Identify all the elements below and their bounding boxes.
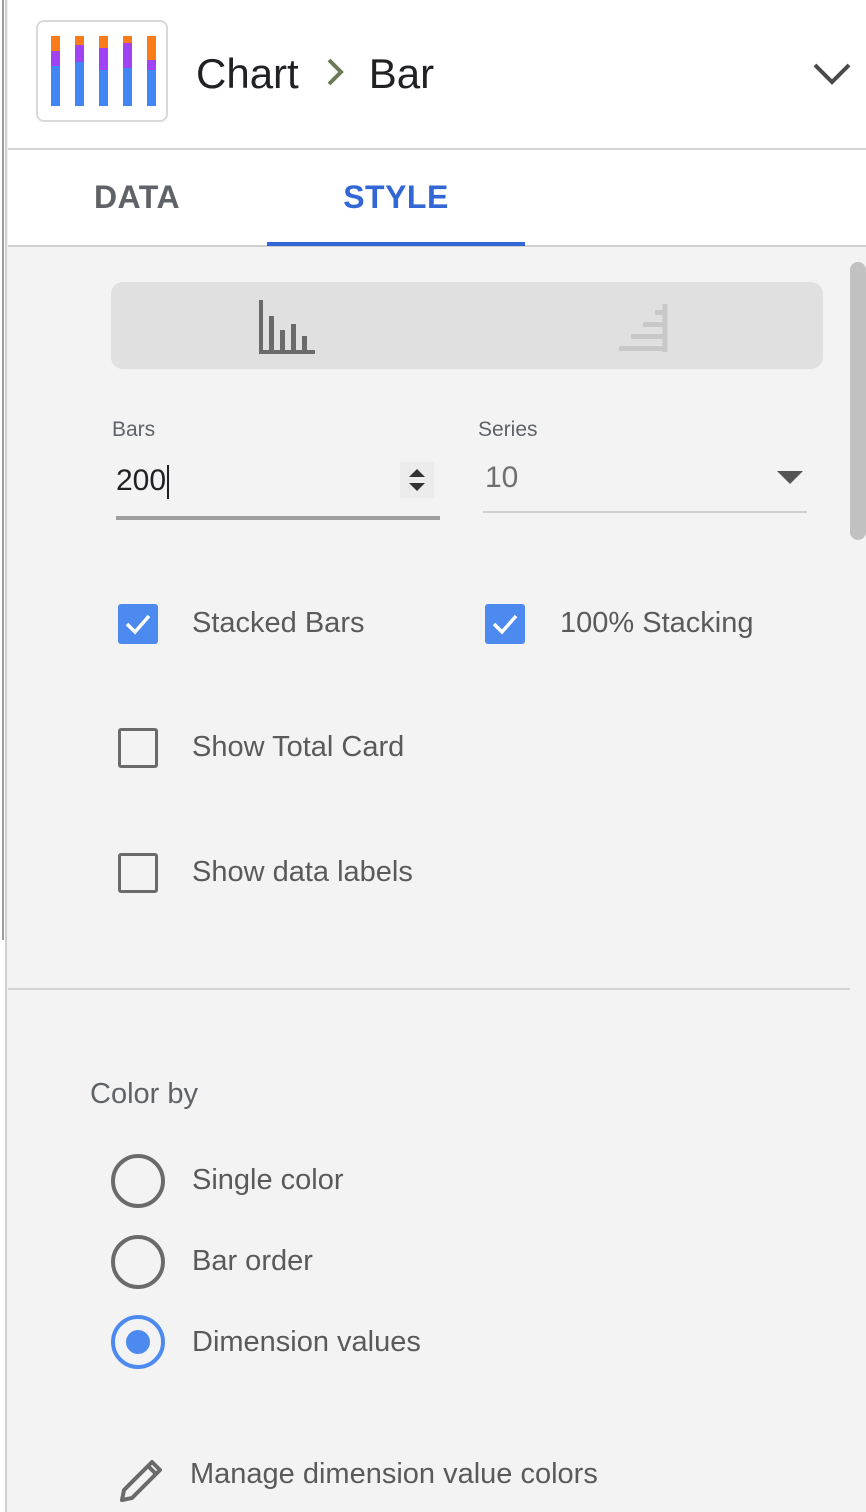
single-color-label: Single color bbox=[192, 1164, 344, 1196]
tab-data[interactable]: DATA bbox=[8, 150, 266, 245]
breadcrumb-root[interactable]: Chart bbox=[196, 50, 299, 98]
breadcrumb-current: Bar bbox=[368, 50, 435, 97]
bars-label: Bars bbox=[112, 418, 156, 441]
checkmark-icon bbox=[125, 614, 151, 635]
manage-dimension-colors-link[interactable]: Manage dimension value colors bbox=[190, 1458, 598, 1491]
chevron-right-icon bbox=[325, 50, 347, 98]
series-select[interactable]: 10 bbox=[483, 455, 807, 513]
orientation-toggle bbox=[111, 282, 823, 369]
stacked-bars-label: Stacked Bars bbox=[192, 607, 365, 639]
stacking-100-label: 100% Stacking bbox=[560, 607, 754, 639]
series-value: 10 bbox=[485, 461, 519, 494]
chevron-down-icon[interactable] bbox=[812, 56, 852, 92]
pencil-icon[interactable] bbox=[118, 1452, 170, 1504]
show-total-card-label: Show Total Card bbox=[192, 731, 405, 763]
stacked-bars-checkbox[interactable] bbox=[118, 604, 158, 644]
scrollbar-thumb[interactable] bbox=[850, 262, 866, 540]
bars-number-input[interactable]: 200 bbox=[116, 458, 440, 520]
checkmark-icon bbox=[492, 614, 518, 635]
vertical-bars-icon[interactable] bbox=[257, 296, 317, 356]
show-data-labels-checkbox[interactable] bbox=[118, 853, 158, 893]
show-data-labels-label: Show data labels bbox=[192, 856, 413, 888]
tab-style[interactable]: STYLE bbox=[267, 150, 525, 246]
left-edge bbox=[0, 0, 7, 1512]
bar-order-label: Bar order bbox=[192, 1245, 313, 1277]
bars-value: 200 bbox=[116, 464, 167, 497]
dimension-values-radio[interactable] bbox=[111, 1315, 165, 1369]
dimension-values-label: Dimension values bbox=[192, 1326, 421, 1358]
panel-tabs: DATA STYLE bbox=[8, 150, 866, 247]
stepper-arrows-icon[interactable] bbox=[400, 462, 434, 498]
horizontal-bars-icon[interactable] bbox=[617, 296, 677, 356]
stacking-100-checkbox[interactable] bbox=[485, 604, 525, 644]
chart-type-thumbnail[interactable] bbox=[36, 20, 168, 122]
text-cursor bbox=[167, 465, 170, 500]
bar-order-radio[interactable] bbox=[111, 1235, 165, 1289]
breadcrumb: Chart Bar bbox=[196, 50, 434, 98]
color-by-title: Color by bbox=[90, 1078, 198, 1110]
dropdown-arrow-icon bbox=[777, 471, 803, 485]
series-label: Series bbox=[478, 418, 538, 441]
show-total-card-checkbox[interactable] bbox=[118, 728, 158, 768]
section-divider bbox=[8, 988, 850, 990]
chart-header: Chart Bar bbox=[8, 0, 866, 150]
single-color-radio[interactable] bbox=[111, 1154, 165, 1208]
